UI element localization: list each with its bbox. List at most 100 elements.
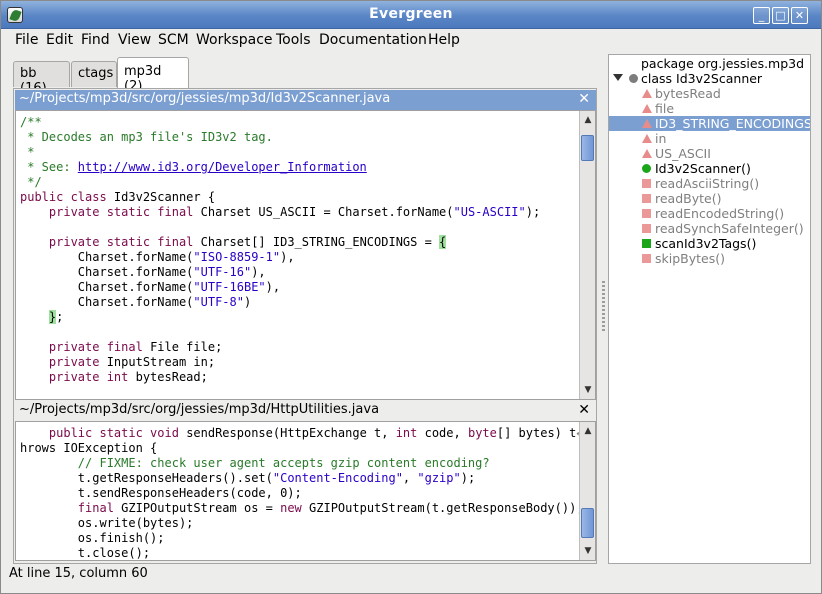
code-line[interactable]: * [20,145,540,160]
code-line[interactable]: hrows IOException { [20,441,584,456]
code-line[interactable]: final GZIPOutputStream os = new GZIPOutp… [20,501,584,516]
maximize-icon[interactable]: □ [772,7,789,24]
editor-header-id3v2scanner[interactable]: ~/Projects/mp3d/src/org/jessies/mp3d/Id3… [15,90,596,110]
tree-item-label: in [655,131,667,146]
code-line[interactable]: Charset.forName("UTF-16BE"), [20,280,540,295]
code-line[interactable]: */ [20,175,540,190]
tri-icon [642,104,652,113]
tree-item-label: readSynchSafeInteger() [655,221,804,236]
editor-header-httputilities[interactable]: ~/Projects/mp3d/src/org/jessies/mp3d/Htt… [15,401,596,421]
code-line[interactable] [20,220,540,235]
code-line[interactable]: os.write(bytes); [20,516,584,531]
tri-icon [642,89,652,98]
code-line[interactable]: * Decodes an mp3 file's ID3v2 tag. [20,130,540,145]
menu-file[interactable]: File [15,32,38,48]
tree-item-label: skipBytes() [655,251,725,266]
tree-item[interactable]: ID3_STRING_ENCODINGS [609,116,810,131]
symbol-tree[interactable]: package org.jessies.mp3d class Id3v2Scann… [608,54,811,564]
code-text[interactable]: public static void sendResponse(HttpExch… [20,426,584,560]
code-line[interactable]: private final File file; [20,340,540,355]
tree-item-label: Id3v2Scanner() [655,161,751,176]
tree-item[interactable]: readByte() [609,191,810,206]
tri-icon [642,149,652,158]
menu-edit[interactable]: Edit [46,32,73,48]
code-line[interactable]: * See: http://www.id3.org/Developer_Info… [20,160,540,175]
tree-item[interactable]: readEncodedString() [609,206,810,221]
menu-bar: File Edit Find View SCM Workspace Tools … [1,29,821,51]
scroll-up-icon[interactable]: ▲ [583,426,593,436]
sq-pink-icon [642,194,651,203]
menu-help[interactable]: Help [428,32,460,48]
splitter-handle[interactable] [602,281,605,331]
scrollbar[interactable]: ▲ ▼ [579,111,595,399]
app-window: Evergreen _ □ ✕ File Edit Find View SCM … [0,0,822,594]
scrollbar[interactable]: ▲ ▼ [579,422,595,560]
tree-item-label: ID3_STRING_ENCODINGS [655,116,811,131]
code-line[interactable]: Charset.forName("UTF-8") [20,295,540,310]
close-icon[interactable]: ✕ [791,7,808,24]
code-line[interactable]: public static void sendResponse(HttpExch… [20,426,584,441]
code-line[interactable]: }; [20,310,540,325]
file-path: ~/Projects/mp3d/src/org/jessies/mp3d/Htt… [19,402,380,417]
tree-item-label: readAsciiString() [655,176,760,191]
code-editor-httputilities[interactable]: public static void sendResponse(HttpExch… [15,421,596,561]
sq-pink-icon [642,224,651,233]
code-line[interactable] [20,325,540,340]
title-bar[interactable]: Evergreen _ □ ✕ [1,1,821,29]
tree-item-label: class Id3v2Scanner [641,71,763,86]
tab-bb[interactable]: bb (16) [13,61,70,96]
status-bar-text: At line 15, column 60 [9,566,148,581]
code-line[interactable]: private InputStream in; [20,355,540,370]
tab-ctags[interactable]: ctags [71,61,117,87]
code-text[interactable]: /** * Decodes an mp3 file's ID3v2 tag. *… [20,115,540,385]
code-line[interactable]: /** [20,115,540,130]
tree-item[interactable]: class Id3v2Scanner [609,71,810,86]
tree-item[interactable]: package org.jessies.mp3d [609,56,810,71]
code-editor-id3v2scanner[interactable]: /** * Decodes an mp3 file's ID3v2 tag. *… [15,110,596,400]
code-line[interactable]: private static final Charset[] ID3_STRIN… [20,235,540,250]
menu-scm[interactable]: SCM [158,32,189,48]
close-editor-icon[interactable]: ✕ [578,402,590,418]
tree-item[interactable]: US_ASCII [609,146,810,161]
dot-green-icon [642,164,651,173]
menu-find[interactable]: Find [81,32,110,48]
code-line[interactable]: Charset.forName("UTF-16"), [20,265,540,280]
code-line[interactable]: os.finish(); [20,531,584,546]
minimize-icon[interactable]: _ [753,7,770,24]
code-line[interactable]: t.close(); [20,546,584,560]
tree-item-label: US_ASCII [655,146,711,161]
tree-item[interactable]: skipBytes() [609,251,810,266]
tree-item[interactable]: file [609,101,810,116]
tree-item[interactable]: readAsciiString() [609,176,810,191]
tree-item[interactable]: bytesRead [609,86,810,101]
code-line[interactable]: public class Id3v2Scanner { [20,190,540,205]
scroll-down-icon[interactable]: ▼ [583,385,593,395]
close-editor-icon[interactable]: ✕ [578,91,590,107]
window-title: Evergreen [369,6,453,22]
scroll-thumb[interactable] [581,508,594,538]
tree-item-label: scanId3v2Tags() [655,236,757,251]
scroll-down-icon[interactable]: ▼ [583,546,593,556]
tree-item[interactable]: Id3v2Scanner() [609,161,810,176]
code-line[interactable]: // FIXME: check user agent accepts gzip … [20,456,584,471]
scroll-up-icon[interactable]: ▲ [583,115,593,125]
sq-pink-icon [642,209,651,218]
menu-tools[interactable]: Tools [276,32,311,48]
code-line[interactable]: Charset.forName("ISO-8859-1"), [20,250,540,265]
sq-green-icon [642,239,651,248]
code-line[interactable]: t.sendResponseHeaders(code, 0); [20,486,584,501]
menu-workspace[interactable]: Workspace [196,32,273,48]
tree-item[interactable]: in [609,131,810,146]
sq-pink-icon [642,179,651,188]
code-line[interactable]: private int bytesRead; [20,370,540,385]
tri-icon [642,119,652,128]
tab-mp3d[interactable]: mp3d (2) [117,57,189,94]
menu-documentation[interactable]: Documentation [319,32,427,48]
tree-item[interactable]: scanId3v2Tags() [609,236,810,251]
scroll-thumb[interactable] [581,135,594,161]
expander-icon[interactable] [613,74,623,81]
code-line[interactable]: private static final Charset US_ASCII = … [20,205,540,220]
tree-item[interactable]: readSynchSafeInteger() [609,221,810,236]
menu-view[interactable]: View [118,32,151,48]
code-line[interactable]: t.getResponseHeaders().set("Content-Enco… [20,471,584,486]
